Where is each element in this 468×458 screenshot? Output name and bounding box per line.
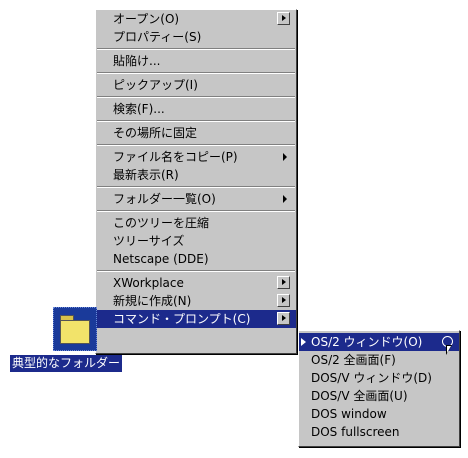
menu-item-label: 最新表示(R) <box>113 168 179 182</box>
menu-separator <box>97 48 295 50</box>
menu-item-label: オープン(O) <box>113 12 180 26</box>
folder-icon <box>60 320 90 344</box>
menu-item[interactable]: コマンド・プロンプト(C) <box>96 310 296 328</box>
mouse-cursor-icon <box>446 345 452 355</box>
submenu-item[interactable]: OS/2 ウィンドウ(O) <box>299 333 459 351</box>
menu-item[interactable]: 貼陥け... <box>96 52 296 70</box>
menu-item[interactable]: XWorkplace <box>96 274 296 292</box>
menu-item[interactable]: プロパティー(S) <box>96 28 296 46</box>
submenu-item[interactable]: OS/2 全画面(F) <box>299 351 459 369</box>
context-menu: オープン(O) プロパティー(S) 貼陥け... ピックアップ(I) 検索(F)... そ… <box>95 9 297 354</box>
menu-separator <box>97 120 295 122</box>
submenu-arrow-button-icon[interactable] <box>277 276 290 289</box>
submenu-item-label: DOS/V 全画面(U) <box>311 389 408 403</box>
menu-item-label: 検索(F)... <box>113 102 165 116</box>
submenu-item-label: DOS window <box>311 407 387 421</box>
menu-item-label: フォルダー一覧(O) <box>113 192 216 206</box>
menu-item-label: ピックアップ(I) <box>113 78 198 92</box>
menu-separator <box>97 144 295 146</box>
submenu-arrow-button-icon[interactable] <box>277 12 290 25</box>
menu-item-label: 貼陥け... <box>113 54 161 68</box>
submenu-arrow-button-icon[interactable] <box>277 312 290 325</box>
submenu-item[interactable]: DOS window <box>299 405 459 423</box>
command-prompt-submenu: OS/2 ウィンドウ(O) OS/2 全画面(F) DOS/V ウィンドウ(D) DO… <box>298 330 460 447</box>
menu-item-label: コマンド・プロンプト(C) <box>113 312 251 326</box>
submenu-arrow-icon <box>283 195 287 203</box>
menu-item-label: 新規に作成(N) <box>113 294 192 308</box>
menu-item[interactable]: その場所に固定 <box>96 124 296 142</box>
menu-item-label: XWorkplace <box>113 276 184 290</box>
submenu-item[interactable]: DOS fullscreen <box>299 423 459 441</box>
menu-item[interactable]: フォルダー一覧(O) <box>96 190 296 208</box>
menu-separator <box>97 72 295 74</box>
menu-separator <box>97 96 295 98</box>
menu-separator <box>97 270 295 272</box>
menu-separator <box>97 210 295 212</box>
submenu-item-label: DOS/V ウィンドウ(D) <box>311 371 432 385</box>
menu-item[interactable]: 最新表示(R) <box>96 166 296 184</box>
menu-item[interactable]: ツリーサイズ <box>96 232 296 250</box>
menu-item-label: プロパティー(S) <box>113 30 202 44</box>
submenu-item-label: OS/2 ウィンドウ(O) <box>311 335 423 349</box>
menu-separator <box>97 186 295 188</box>
submenu-item-label: OS/2 全画面(F) <box>311 353 396 367</box>
checkmark-icon <box>301 338 306 346</box>
menu-item[interactable]: オープン(O) <box>96 10 296 28</box>
menu-item-label: ツリーサイズ <box>113 234 185 248</box>
menu-item[interactable]: Netscape (DDE) <box>96 250 296 268</box>
menu-item[interactable]: ファイル名をコピー(P) <box>96 148 296 166</box>
menu-item[interactable]: 検索(F)... <box>96 100 296 118</box>
menu-item[interactable]: このツリーを圧縮 <box>96 214 296 232</box>
menu-item-label: このツリーを圧縮 <box>113 216 210 230</box>
desktop-folder-label[interactable]: 典型的なフォルダー <box>10 355 123 372</box>
submenu-item[interactable]: DOS/V ウィンドウ(D) <box>299 369 459 387</box>
submenu-arrow-icon <box>283 153 287 161</box>
submenu-arrow-button-icon[interactable] <box>277 294 290 307</box>
submenu-item-label: DOS fullscreen <box>311 425 400 439</box>
menu-item[interactable]: 新規に作成(N) <box>96 292 296 310</box>
menu-item-label: Netscape (DDE) <box>113 252 209 266</box>
menu-item-label: その場所に固定 <box>113 126 198 140</box>
desktop-folder-icon[interactable] <box>53 307 97 351</box>
menu-item[interactable]: ピックアップ(I) <box>96 76 296 94</box>
submenu-item[interactable]: DOS/V 全画面(U) <box>299 387 459 405</box>
menu-item-label: ファイル名をコピー(P) <box>113 150 238 164</box>
